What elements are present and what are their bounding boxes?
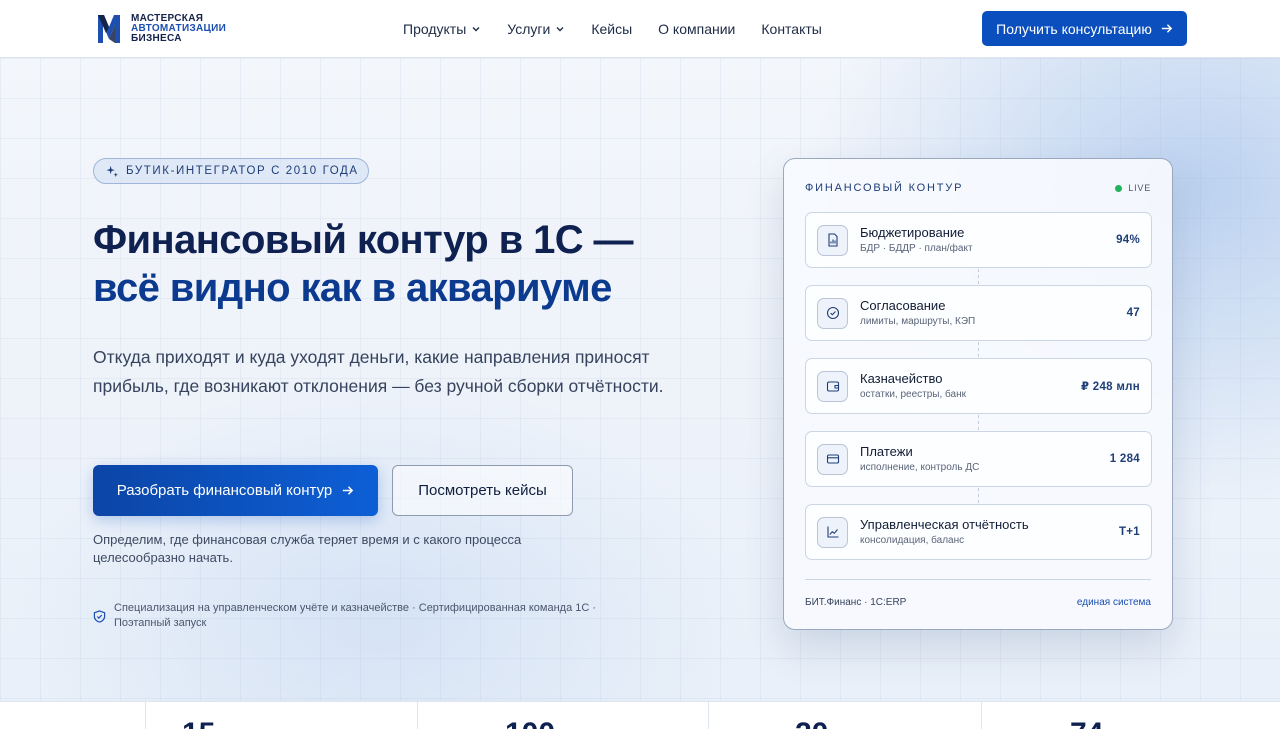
live-indicator: LIVE [1115, 183, 1151, 193]
list-item[interactable]: Согласование лимиты, маршруты, КЭП 47 [805, 285, 1152, 359]
shield-check-icon [93, 610, 106, 623]
item-name: Платежи [860, 443, 913, 459]
analyze-finance-button[interactable]: Разобрать финансовый контур [93, 465, 378, 516]
item-name: Согласование [860, 297, 946, 313]
list-item[interactable]: Казначейство остатки, реестры, банк ₽ 24… [805, 358, 1152, 432]
stat-value: 15 [182, 719, 215, 729]
chevron-down-icon [556, 27, 564, 32]
stat-value: 20 [795, 719, 828, 729]
connector-line [978, 415, 979, 432]
title-line-1: Финансовый контур в 1С — [93, 218, 634, 262]
since-badge: БУТИК-ИНТЕГРАТОР С 2010 ГОДА [93, 158, 369, 184]
trust-line: Специализация на управленческом учёте и … [93, 601, 633, 631]
nav-item-label: Продукты [403, 21, 467, 37]
get-consultation-button[interactable]: Получить консультацию [982, 11, 1187, 46]
button-label: Разобрать финансовый контур [116, 482, 333, 499]
item-value: 1 284 [1109, 453, 1140, 465]
live-label: LIVE [1128, 183, 1151, 193]
unified-system-link[interactable]: единая система [1077, 597, 1151, 608]
item-value: ₽ 248 млн [1080, 381, 1140, 393]
list-item[interactable]: Бюджетирование БДР · БДДР · план/факт 94… [805, 212, 1152, 286]
connector-line [978, 488, 979, 505]
button-label: Посмотреть кейсы [418, 482, 547, 499]
list-item[interactable]: Платежи исполнение, контроль ДС 1 284 [805, 431, 1152, 505]
item-sub: лимиты, маршруты, КЭП [860, 315, 976, 327]
button-label: Получить консультацию [996, 20, 1152, 37]
page-title: Финансовый контур в 1С — всё видно как в… [93, 216, 713, 312]
nav-item-label: О компании [658, 21, 736, 37]
card-title: ФИНАНСОВЫЙ КОНТУР [805, 182, 964, 194]
arrow-right-icon [1161, 24, 1173, 33]
credit-card-icon [826, 454, 839, 464]
item-value: 94% [1116, 234, 1140, 246]
nav-item-label: Контакты [761, 21, 822, 37]
nav-item-contacts[interactable]: Контакты [761, 21, 821, 37]
item-sub: остатки, реестры, банк [860, 388, 966, 400]
stats-divider [981, 702, 982, 729]
item-sub: консолидация, баланс [860, 534, 965, 546]
nav-item-label: Кейсы [591, 21, 633, 37]
hero-lead: Откуда приходят и куда уходят деньги, ка… [93, 347, 664, 396]
nav-item-about[interactable]: О компании [658, 21, 735, 37]
contour-list: Бюджетирование БДР · БДДР · план/факт 94… [805, 212, 1152, 560]
item-value: 47 [1126, 307, 1140, 319]
finance-contour-card: ФИНАНСОВЫЙ КОНТУР LIVE Бюджетирование БД… [783, 158, 1173, 630]
view-cases-button[interactable]: Посмотреть кейсы [392, 465, 573, 516]
check-circle-icon [826, 306, 839, 320]
item-sub: БДР · БДДР · план/факт [860, 242, 973, 254]
item-name: Казначейство [860, 370, 943, 386]
main-nav: Продукты Услуги Кейсы О компании Контакт… [403, 0, 848, 58]
list-item[interactable]: Управленческая отчётность консолидация, … [805, 504, 1152, 560]
badge-text: БУТИК-ИНТЕГРАТОР С 2010 ГОДА [126, 165, 359, 177]
nav-item-services[interactable]: Услуги [507, 21, 565, 37]
title-line-2: всё видно как в аквариуме [93, 266, 612, 310]
nav-item-products[interactable]: Продукты [403, 21, 481, 37]
chevron-down-icon [472, 27, 480, 32]
connector-line [978, 269, 979, 286]
logo-line-3: БИЗНЕСА [131, 33, 182, 44]
live-dot-icon [1115, 184, 1123, 192]
brand-logo[interactable]: МАСТЕРСКАЯ АВТОМАТИЗАЦИИ БИЗНЕСА [97, 13, 226, 45]
stats-divider [708, 702, 709, 729]
connector-line [978, 342, 979, 359]
trust-text: Специализация на управленческом учёте и … [114, 602, 597, 629]
stats-divider [417, 702, 418, 729]
stats-divider [145, 702, 146, 729]
system-label: БИТ.Финанс · 1С:ERP [805, 597, 907, 608]
hero-note: Определим, где финансовая служба теряет … [93, 532, 522, 565]
item-name: Управленческая отчётность [860, 516, 1029, 532]
site-header: МАСТЕРСКАЯ АВТОМАТИЗАЦИИ БИЗНЕСА Продукт… [0, 0, 1280, 58]
sparkle-icon [106, 165, 119, 177]
stat-value: 74 [1070, 719, 1103, 729]
stat-value: 100 [505, 719, 555, 729]
wallet-icon [826, 381, 839, 392]
arrow-right-icon [343, 486, 354, 495]
item-sub: исполнение, контроль ДС [860, 461, 980, 473]
item-value: T+1 [1118, 526, 1140, 538]
logo-mark-icon [98, 15, 120, 43]
document-chart-icon [827, 233, 838, 247]
hero-section: БУТИК-ИНТЕГРАТОР С 2010 ГОДА Финансовый … [0, 58, 1280, 701]
nav-item-label: Услуги [507, 21, 551, 37]
nav-item-cases[interactable]: Кейсы [591, 21, 632, 37]
line-chart-icon [826, 526, 838, 538]
stats-strip: 15 100 20 74 [0, 701, 1280, 729]
card-footer: БИТ.Финанс · 1С:ERP единая система [805, 579, 1151, 608]
item-name: Бюджетирование [860, 224, 965, 240]
